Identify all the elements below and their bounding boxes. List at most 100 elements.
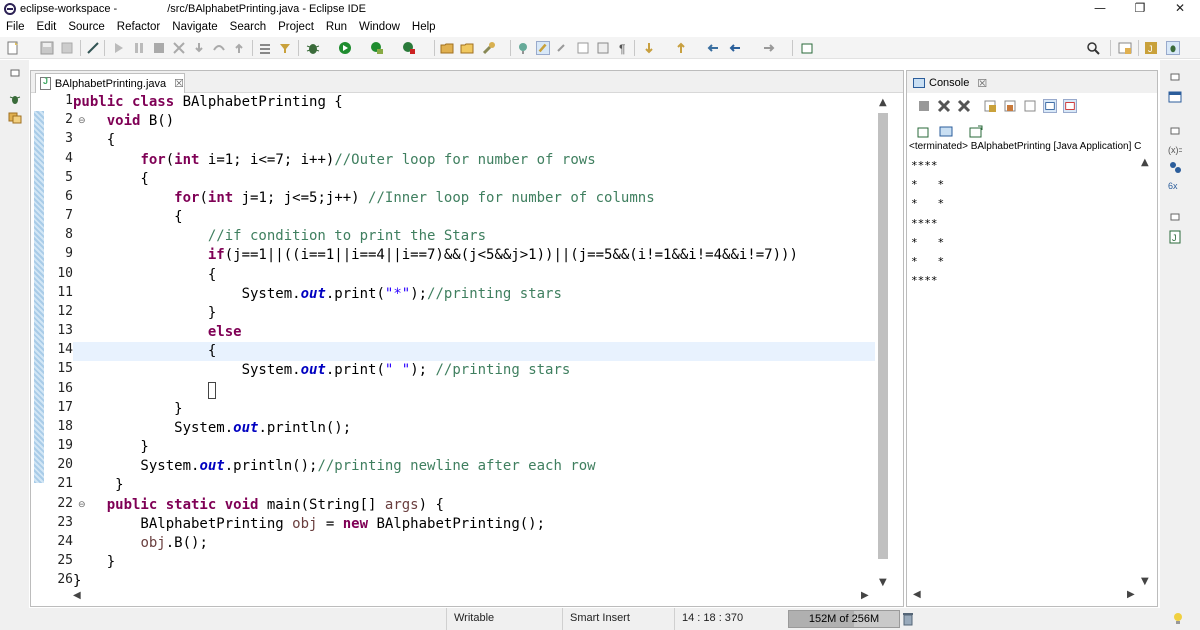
- previous-annotation-icon[interactable]: [674, 41, 688, 55]
- toggle-block-selection-icon[interactable]: [556, 41, 570, 55]
- console-scroll-up-icon[interactable]: ▲: [1141, 157, 1149, 168]
- editor-tab[interactable]: BAlphabetPrinting.java ☒: [35, 73, 185, 93]
- restore-icon[interactable]: [8, 68, 22, 78]
- show-whitespace-icon[interactable]: ¶: [616, 41, 630, 55]
- java-perspective-icon[interactable]: J: [1144, 41, 1158, 55]
- show-on-stderr-icon[interactable]: [1063, 99, 1077, 113]
- console-scroll-down-icon[interactable]: ▼: [1141, 576, 1149, 587]
- save-all-icon[interactable]: [60, 41, 74, 55]
- word-wrap-icon[interactable]: [576, 41, 590, 55]
- remove-all-launches-icon[interactable]: [957, 99, 971, 113]
- code-line[interactable]: if(j==1||((i==1||i==4||i==7)&&(j<5&&j>1)…: [73, 246, 798, 265]
- scroll-thumb[interactable]: [878, 113, 888, 559]
- code-line[interactable]: {: [73, 266, 216, 285]
- vertical-scrollbar[interactable]: ▲ ▼: [876, 97, 890, 591]
- console-scroll-right-icon[interactable]: ▶: [1127, 589, 1135, 600]
- debug-icon[interactable]: [306, 41, 320, 55]
- toggle-mark-occurrences-icon[interactable]: [536, 41, 550, 55]
- debug-view-icon[interactable]: [8, 92, 22, 106]
- garbage-collect-icon[interactable]: [902, 612, 914, 626]
- code-line[interactable]: }: [73, 553, 115, 572]
- package-explorer-icon[interactable]: [8, 110, 22, 124]
- open-type-icon[interactable]: [516, 41, 530, 55]
- code-line[interactable]: for(int i=1; i<=7; i++)//Outer loop for …: [73, 151, 595, 170]
- open-folder-icon[interactable]: [460, 41, 474, 55]
- menu-navigate[interactable]: Navigate: [166, 21, 223, 33]
- step-into-icon[interactable]: [192, 41, 206, 55]
- menu-refactor[interactable]: Refactor: [111, 21, 166, 33]
- suspend-icon[interactable]: [132, 41, 146, 55]
- last-edit-location-icon[interactable]: [706, 41, 720, 55]
- code-line[interactable]: System.out.println();: [73, 419, 351, 438]
- code-line[interactable]: {: [73, 208, 182, 227]
- code-line[interactable]: {: [73, 170, 148, 189]
- run-icon[interactable]: [338, 41, 352, 55]
- horizontal-scrollbar[interactable]: ◀ ▶: [71, 590, 876, 604]
- code-line[interactable]: }: [73, 304, 216, 323]
- scroll-up-icon[interactable]: ▲: [879, 97, 887, 108]
- code-line[interactable]: void B(): [73, 112, 174, 131]
- search-tools-icon[interactable]: [482, 41, 496, 55]
- scroll-lock-icon[interactable]: [1003, 99, 1017, 113]
- clear-console-icon[interactable]: [983, 99, 997, 113]
- code-line[interactable]: for(int j=1; j<=5;j++) //Inner loop for …: [73, 189, 654, 208]
- scroll-down-icon[interactable]: ▼: [879, 577, 887, 588]
- skip-breakpoints-icon[interactable]: [86, 41, 100, 55]
- new-file-icon[interactable]: [6, 41, 20, 55]
- expressions-icon[interactable]: 6x: [1168, 178, 1182, 192]
- scroll-left-icon[interactable]: ◀: [73, 590, 81, 601]
- close-button[interactable]: ✕: [1160, 0, 1200, 18]
- disconnect-icon[interactable]: [172, 41, 186, 55]
- display-console-icon[interactable]: [939, 125, 953, 139]
- step-return-icon[interactable]: [232, 41, 246, 55]
- menu-project[interactable]: Project: [272, 21, 320, 33]
- new-java-project-icon[interactable]: [440, 41, 454, 55]
- code-line[interactable]: }: [73, 476, 123, 495]
- console-tab[interactable]: Console ☒: [911, 73, 987, 93]
- maximize-button[interactable]: ❐: [1120, 0, 1160, 18]
- step-over-icon[interactable]: [212, 41, 226, 55]
- drop-to-frame-icon[interactable]: [258, 41, 272, 55]
- open-perspective-icon[interactable]: [1118, 41, 1132, 55]
- outline-icon[interactable]: J: [1168, 230, 1182, 244]
- tip-lightbulb-icon[interactable]: [1172, 612, 1184, 626]
- menu-help[interactable]: Help: [406, 21, 442, 33]
- status-insert-mode[interactable]: Smart Insert: [570, 612, 630, 624]
- code-line[interactable]: }: [73, 400, 182, 419]
- code-line[interactable]: }: [73, 438, 148, 457]
- code-line[interactable]: }: [73, 572, 81, 591]
- use-step-filters-icon[interactable]: [278, 41, 292, 55]
- terminate-icon[interactable]: [152, 41, 166, 55]
- menu-source[interactable]: Source: [62, 21, 110, 33]
- console-scroll-left-icon[interactable]: ◀: [913, 589, 921, 600]
- maximize-view-icon[interactable]: [1168, 90, 1182, 104]
- code-line[interactable]: {: [73, 342, 216, 361]
- search-icon[interactable]: [1086, 41, 1100, 55]
- resume-icon[interactable]: [112, 41, 126, 55]
- code-line[interactable]: System.out.print(" "); //printing stars: [73, 361, 571, 380]
- code-line[interactable]: else: [73, 323, 242, 342]
- code-line[interactable]: obj.B();: [73, 534, 207, 553]
- breakpoints-icon[interactable]: [1168, 160, 1182, 174]
- code-line[interactable]: public class BAlphabetPrinting {: [73, 93, 343, 112]
- code-line[interactable]: System.out.println();//printing newline …: [73, 457, 595, 476]
- back-icon[interactable]: [728, 41, 742, 55]
- minimize-button[interactable]: —: [1080, 0, 1120, 18]
- code-line[interactable]: BAlphabetPrinting obj = new BAlphabetPri…: [73, 515, 545, 534]
- restore-outline-icon[interactable]: [1168, 72, 1182, 82]
- coverage-icon[interactable]: [370, 41, 384, 55]
- menu-window[interactable]: Window: [353, 21, 406, 33]
- open-console-icon[interactable]: [969, 125, 983, 139]
- save-icon[interactable]: [40, 41, 54, 55]
- terminate-console-icon[interactable]: [917, 99, 931, 113]
- external-tools-icon[interactable]: [402, 41, 416, 55]
- restore-variables-icon[interactable]: [1168, 126, 1182, 136]
- code-line[interactable]: public static void main(String[] args) {: [73, 496, 444, 515]
- menu-run[interactable]: Run: [320, 21, 353, 33]
- next-annotation-icon[interactable]: [642, 41, 656, 55]
- debug-perspective-icon[interactable]: [1166, 41, 1180, 55]
- close-console-icon[interactable]: ☒: [977, 77, 987, 90]
- show-on-stdout-icon[interactable]: [1043, 99, 1057, 113]
- close-tab-icon[interactable]: ☒: [174, 77, 184, 90]
- word-wrap-console-icon[interactable]: [1023, 99, 1037, 113]
